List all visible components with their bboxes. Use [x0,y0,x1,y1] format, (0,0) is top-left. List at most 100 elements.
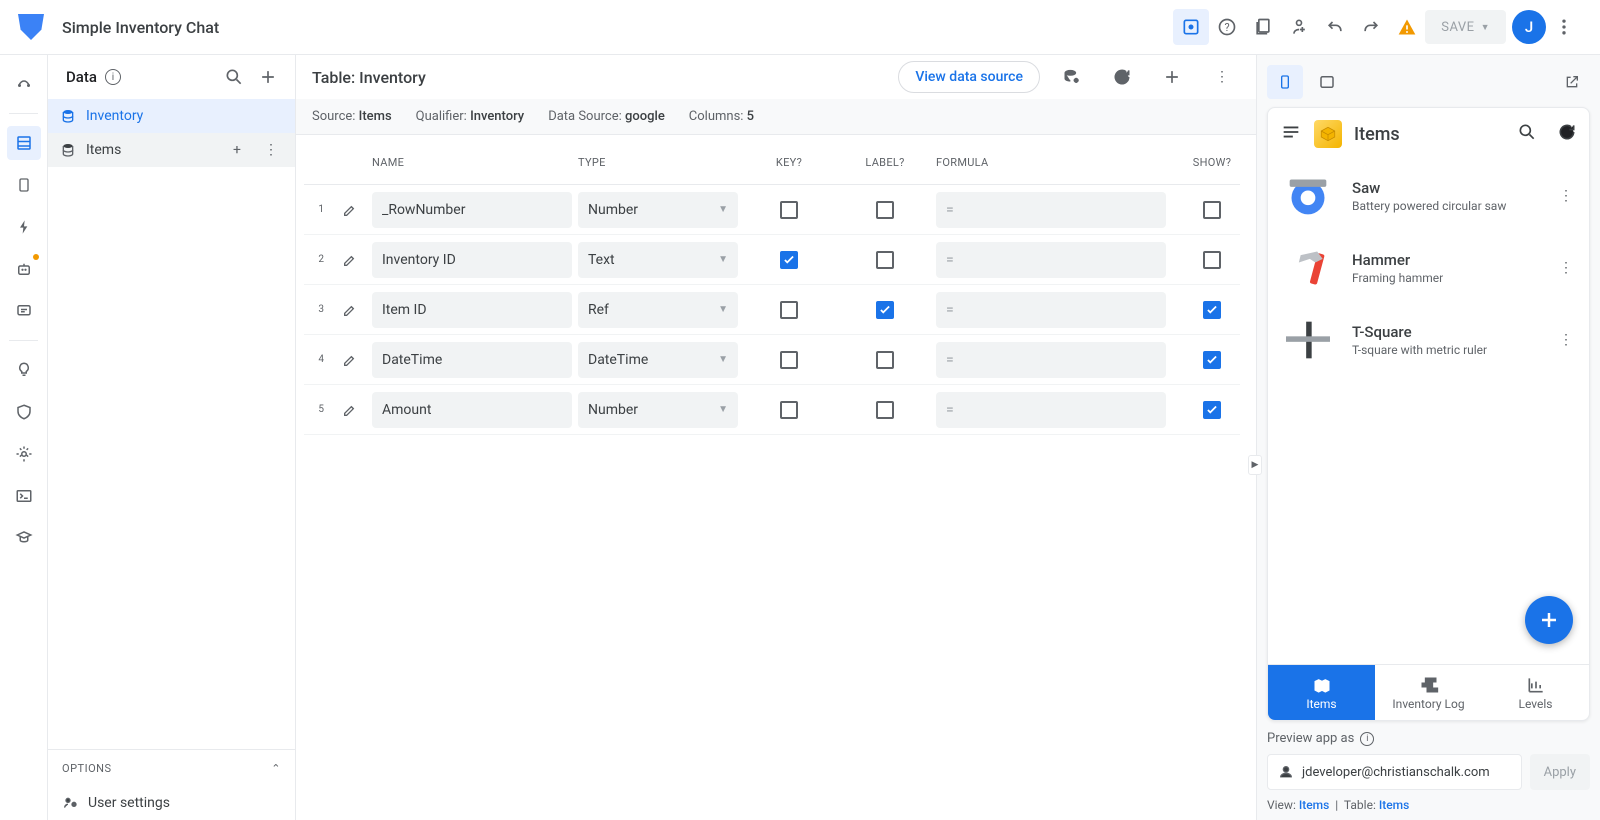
item-more-icon[interactable]: ⋮ [1553,260,1579,276]
column-name-input[interactable]: Inventory ID [372,242,572,278]
checkbox[interactable] [1203,401,1221,419]
checkbox[interactable] [780,301,798,319]
formula-input[interactable]: = [936,342,1166,378]
checkbox[interactable] [780,351,798,369]
list-item[interactable]: HammerFraming hammer ⋮ [1268,232,1589,304]
row-number: 3 [304,304,328,315]
versions-icon[interactable] [1245,9,1281,45]
edit-icon[interactable] [334,302,366,318]
rail-intelligence-icon[interactable] [7,353,41,387]
checkbox[interactable] [1203,201,1221,219]
nav-tab[interactable]: Inventory Log [1375,665,1482,720]
column-name-input[interactable]: DateTime [372,342,572,378]
view-data-source-button[interactable]: View data source [898,61,1040,93]
column-type-select[interactable]: DateTime▼ [578,342,738,378]
apply-button[interactable]: Apply [1530,754,1590,790]
item-thumbnail [1278,244,1338,292]
more-icon[interactable]: ⋮ [259,142,283,158]
help-icon[interactable]: ? [1209,9,1245,45]
checkbox[interactable] [876,251,894,269]
rail-manage-icon[interactable] [7,479,41,513]
search-icon[interactable] [1517,122,1537,146]
collapse-preview-icon[interactable]: ▶ [1248,455,1262,475]
nav-tab[interactable]: Levels [1482,665,1589,720]
column-row: 4 DateTime DateTime▼ = [304,335,1240,385]
edit-icon[interactable] [334,252,366,268]
column-name-input[interactable]: Item ID [372,292,572,328]
edit-icon[interactable] [334,202,366,218]
tablet-preview-tab[interactable] [1309,65,1345,99]
app-title: Simple Inventory Chat [62,18,219,37]
checkbox[interactable] [876,351,894,369]
column-type-select[interactable]: Number▼ [578,392,738,428]
rail-security-icon[interactable] [7,395,41,429]
sync-settings-icon[interactable] [1054,59,1090,95]
rail-learn-icon[interactable] [7,521,41,555]
refresh-icon[interactable] [1557,122,1577,146]
assistant-icon[interactable] [1173,9,1209,45]
checkbox[interactable] [876,201,894,219]
row-number: 5 [304,404,328,415]
edit-icon[interactable] [334,402,366,418]
column-name-input[interactable]: Amount [372,392,572,428]
add-icon[interactable]: + [225,142,249,158]
nav-rail [0,55,48,820]
nav-tab[interactable]: Items [1268,665,1375,720]
more-icon[interactable]: ⋮ [1204,59,1240,95]
phone-preview-tab[interactable] [1267,65,1303,99]
search-icon[interactable] [221,64,247,90]
save-button[interactable]: SAVE▼ [1425,10,1506,44]
rail-settings-icon[interactable] [7,437,41,471]
warning-icon[interactable] [1389,9,1425,45]
open-preview-icon[interactable] [1554,65,1590,99]
column-name-input[interactable]: _RowNumber [372,192,572,228]
rail-home-icon[interactable] [7,67,41,101]
item-more-icon[interactable]: ⋮ [1553,188,1579,204]
table-item-items[interactable]: Items + ⋮ [48,133,295,167]
checkbox[interactable] [1203,351,1221,369]
formula-input[interactable]: = [936,192,1166,228]
table-link[interactable]: Items [1379,798,1409,812]
checkbox[interactable] [876,301,894,319]
checkbox[interactable] [1203,251,1221,269]
column-type-select[interactable]: Text▼ [578,242,738,278]
table-item-inventory[interactable]: Inventory [48,99,295,133]
info-icon[interactable]: i [105,69,121,85]
fab-add-button[interactable] [1525,596,1573,644]
overflow-icon[interactable] [1546,9,1582,45]
add-column-icon[interactable] [1154,59,1190,95]
checkbox[interactable] [1203,301,1221,319]
rail-actions-icon[interactable] [7,210,41,244]
rail-chat-icon[interactable] [7,294,41,328]
user-settings-row[interactable]: User settings [48,786,295,820]
preview-email-input[interactable]: jdeveloper@christianschalk.com [1267,754,1522,790]
column-type-select[interactable]: Number▼ [578,192,738,228]
rail-data-icon[interactable] [7,126,41,160]
user-avatar[interactable]: J [1512,10,1546,44]
formula-input[interactable]: = [936,242,1166,278]
checkbox[interactable] [780,201,798,219]
formula-input[interactable]: = [936,392,1166,428]
checkbox[interactable] [780,401,798,419]
formula-input[interactable]: = [936,292,1166,328]
checkbox[interactable] [780,251,798,269]
item-more-icon[interactable]: ⋮ [1553,332,1579,348]
column-type-select[interactable]: Ref▼ [578,292,738,328]
options-header[interactable]: OPTIONS ⌃ [48,750,295,786]
checkbox[interactable] [876,401,894,419]
item-desc: Framing hammer [1352,271,1539,285]
menu-icon[interactable] [1280,121,1302,147]
chevron-up-icon: ⌃ [271,762,281,775]
refresh-icon[interactable] [1104,59,1140,95]
list-item[interactable]: T-SquareT-square with metric ruler ⋮ [1268,304,1589,376]
add-table-icon[interactable] [255,64,281,90]
edit-icon[interactable] [334,352,366,368]
redo-icon[interactable] [1353,9,1389,45]
list-item[interactable]: SawBattery powered circular saw ⋮ [1268,160,1589,232]
view-link[interactable]: Items [1299,798,1329,812]
rail-automation-icon[interactable] [7,252,41,286]
share-icon[interactable] [1281,9,1317,45]
undo-icon[interactable] [1317,9,1353,45]
info-icon[interactable]: i [1360,732,1374,746]
rail-views-icon[interactable] [7,168,41,202]
